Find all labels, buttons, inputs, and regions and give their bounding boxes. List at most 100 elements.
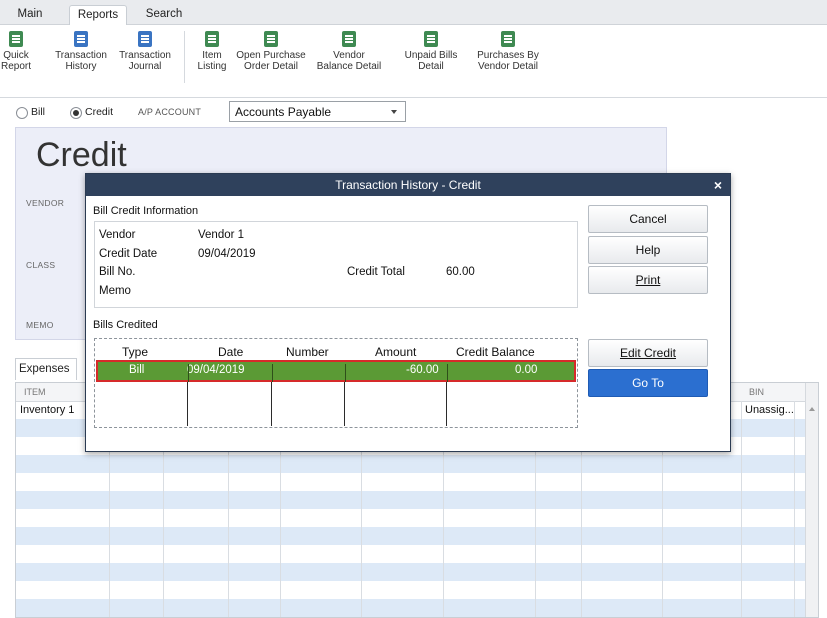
unpaid-bills-detail-button[interactable]: Unpaid Bills Detail xyxy=(399,31,463,72)
ribbon-label: Order Detail xyxy=(244,61,298,72)
transaction-journal-button[interactable]: Transaction Journal xyxy=(117,31,173,72)
ribbon-label: Open Purchase xyxy=(236,50,306,61)
bills-credited-table: Type Date Number Amount Credit Balance B… xyxy=(94,338,578,428)
go-to-button[interactable]: Go To xyxy=(588,369,708,397)
table-row[interactable] xyxy=(16,545,818,563)
item-cell[interactable]: Inventory 1 xyxy=(20,404,74,416)
top-tab-bar: Main Reports Search xyxy=(0,0,827,25)
table-column-divider xyxy=(446,382,447,426)
open-purchase-order-detail-button[interactable]: Open Purchase Order Detail xyxy=(236,31,306,72)
transaction-journal-icon xyxy=(138,31,152,47)
ribbon-label: Detail xyxy=(418,61,444,72)
ribbon-label: Report xyxy=(1,61,32,72)
credit-total-label: Credit Total xyxy=(347,266,405,278)
class-label: CLASS xyxy=(26,260,56,270)
row-credit-balance: 0.00 xyxy=(515,364,538,376)
credit-total-value: 60.00 xyxy=(446,266,475,278)
bill-credit-info-panel: Vendor Vendor 1 Credit Date 09/04/2019 B… xyxy=(94,221,578,308)
row-divider xyxy=(447,364,448,382)
table-column-divider xyxy=(344,382,345,426)
cancel-button[interactable]: Cancel xyxy=(588,205,708,233)
memo-label: MEMO xyxy=(26,320,54,330)
column-header-item: ITEM xyxy=(24,387,46,397)
column-header-bin: BIN xyxy=(749,387,765,397)
ribbon-label: Quick xyxy=(3,50,29,61)
row-divider xyxy=(188,364,189,382)
column-header-amount: Amount xyxy=(375,345,417,359)
bill-no-label: Bill No. xyxy=(99,266,136,278)
quick-report-icon xyxy=(9,31,23,47)
row-type: Bill xyxy=(129,364,145,376)
vendor-label: VENDOR xyxy=(26,198,65,208)
open-po-detail-icon xyxy=(264,31,278,47)
selected-bill-row[interactable]: Bill 09/04/2019 -60.00 0.00 xyxy=(96,360,576,382)
column-header-credit-balance: Credit Balance xyxy=(456,345,535,359)
table-row[interactable] xyxy=(16,455,818,473)
bill-radio[interactable] xyxy=(16,107,28,119)
grid-column-divider xyxy=(794,401,795,617)
dialog-title-bar[interactable]: Transaction History - Credit × xyxy=(86,174,730,196)
ap-account-select[interactable]: Accounts Payable xyxy=(229,101,406,122)
ribbon-label: Transaction xyxy=(119,50,171,61)
row-divider xyxy=(345,364,346,382)
ap-account-label: A/P ACCOUNT xyxy=(138,107,202,117)
item-listing-button[interactable]: Item Listing xyxy=(193,31,231,72)
ribbon-label: Vendor Detail xyxy=(477,61,539,72)
dialog-title: Transaction History - Credit xyxy=(335,178,481,192)
transaction-type-row: Bill Credit A/P ACCOUNT Accounts Payable xyxy=(0,98,827,128)
ribbon-label: Journal xyxy=(128,61,162,72)
ribbon-label: Purchases By xyxy=(477,50,539,61)
tab-reports[interactable]: Reports xyxy=(69,5,127,25)
table-row[interactable] xyxy=(16,491,818,509)
table-row[interactable] xyxy=(16,581,818,599)
quick-report-button[interactable]: Quick Report xyxy=(1,31,31,72)
table-row[interactable] xyxy=(16,599,818,617)
column-header-type: Type xyxy=(122,345,149,359)
ribbon-label: Listing xyxy=(197,61,227,72)
transaction-history-dialog: Transaction History - Credit × Bill Cred… xyxy=(85,173,731,452)
ribbon-label: Vendor xyxy=(333,50,365,61)
grid-scrollbar[interactable] xyxy=(805,383,818,617)
table-row[interactable] xyxy=(16,473,818,491)
credit-date-label: Credit Date xyxy=(99,248,158,260)
ribbon-label: Transaction xyxy=(55,50,107,61)
ribbon-label: Unpaid Bills xyxy=(404,50,458,61)
credit-radio-label: Credit xyxy=(85,106,114,118)
credit-radio[interactable] xyxy=(70,107,82,119)
bill-radio-label: Bill xyxy=(31,106,46,118)
row-amount: -60.00 xyxy=(406,364,439,376)
tab-search[interactable]: Search xyxy=(138,5,190,24)
transaction-history-icon xyxy=(74,31,88,47)
vendor-label: Vendor xyxy=(99,229,136,241)
table-column-divider xyxy=(271,382,272,426)
bill-credit-info-heading: Bill Credit Information xyxy=(93,205,199,217)
form-title: Credit xyxy=(36,136,127,174)
chevron-down-icon xyxy=(391,110,397,114)
table-row[interactable] xyxy=(16,563,818,581)
bin-cell[interactable]: Unassig... xyxy=(745,404,794,416)
unpaid-bills-icon xyxy=(424,31,438,47)
edit-credit-button[interactable]: Edit Credit xyxy=(588,339,708,367)
ribbon-label: History xyxy=(65,61,97,72)
print-button[interactable]: Print xyxy=(588,266,708,294)
table-row[interactable] xyxy=(16,527,818,545)
row-divider xyxy=(272,364,273,382)
table-row[interactable] xyxy=(16,509,818,527)
column-header-number: Number xyxy=(286,345,329,359)
vendor-balance-detail-button[interactable]: Vendor Balance Detail xyxy=(307,31,391,72)
ribbon-label: Balance Detail xyxy=(316,61,382,72)
column-header-date: Date xyxy=(218,345,244,359)
help-button[interactable]: Help xyxy=(588,236,708,264)
table-column-divider xyxy=(187,382,188,426)
scroll-up-icon[interactable] xyxy=(809,407,815,411)
purchases-by-vendor-icon xyxy=(501,31,515,47)
memo-label: Memo xyxy=(99,285,131,297)
close-icon[interactable]: × xyxy=(714,174,722,196)
tab-expenses[interactable]: Expenses xyxy=(15,358,77,380)
bills-credited-heading: Bills Credited xyxy=(93,319,158,331)
transaction-history-button[interactable]: Transaction History xyxy=(53,31,109,72)
row-date: 09/04/2019 xyxy=(187,364,245,376)
tab-main[interactable]: Main xyxy=(6,5,54,24)
purchases-by-vendor-detail-button[interactable]: Purchases By Vendor Detail xyxy=(470,31,546,72)
ribbon-label: Item xyxy=(202,50,222,61)
